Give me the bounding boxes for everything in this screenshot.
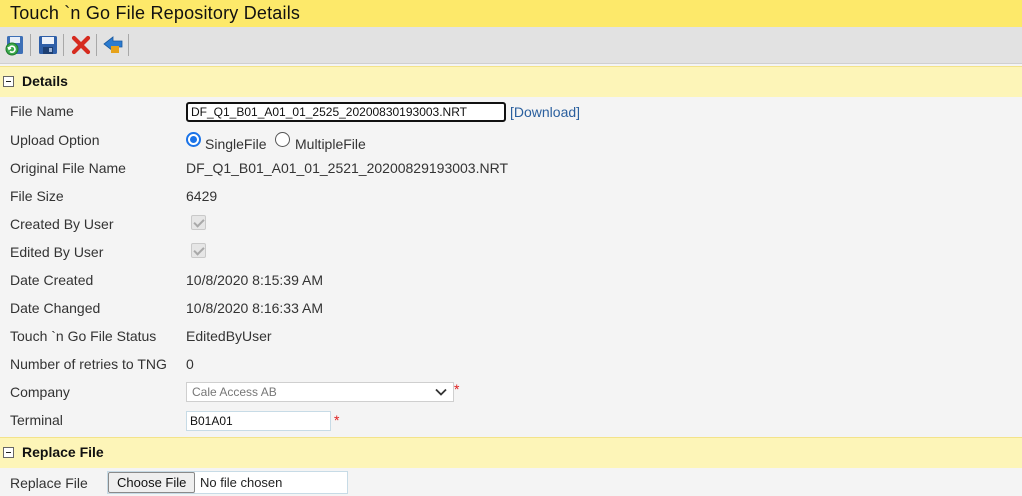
tng-status-row: Touch `n Go File Status EditedByUser <box>0 323 1022 351</box>
download-link[interactable]: [Download] <box>510 104 580 120</box>
required-indicator: * <box>334 412 340 428</box>
date-created-label: Date Created <box>10 272 94 288</box>
created-by-user-row: Created By User <box>0 211 1022 239</box>
edited-by-user-label: Edited By User <box>10 244 104 260</box>
singlefile-label[interactable]: SingleFile <box>205 136 266 152</box>
company-label: Company <box>10 384 70 400</box>
title-bar: Touch `n Go File Repository Details <box>0 0 1022 27</box>
toolbar-divider <box>128 34 129 56</box>
company-selected-value: Cale Access AB <box>192 385 277 399</box>
tng-status-label: Touch `n Go File Status <box>10 328 157 344</box>
choose-file-button[interactable]: Choose File <box>108 472 196 493</box>
replace-file-label: Replace File <box>10 475 88 491</box>
file-upload-input[interactable]: Choose File No file chosen <box>107 471 348 494</box>
upload-option-label: Upload Option <box>10 132 100 148</box>
original-file-name-label: Original File Name <box>10 160 126 176</box>
file-size-row: File Size 6429 <box>0 183 1022 211</box>
save-icon[interactable] <box>36 33 60 57</box>
collapse-icon[interactable] <box>3 76 14 87</box>
created-by-user-checkbox <box>191 215 206 230</box>
replace-file-section-header[interactable]: Replace File <box>0 437 1022 468</box>
toolbar-divider <box>96 34 97 56</box>
multiplefile-radio[interactable] <box>275 132 290 147</box>
terminal-label: Terminal <box>10 412 63 428</box>
file-size-value: 6429 <box>186 188 218 204</box>
date-changed-value: 10/8/2020 8:16:33 AM <box>186 300 323 316</box>
edited-by-user-checkbox <box>191 243 206 258</box>
upload-option-row: Upload Option SingleFile MultipleFile <box>0 127 1022 155</box>
retries-label: Number of retries to TNG <box>10 356 167 372</box>
retries-value: 0 <box>186 356 194 372</box>
file-name-label: File Name <box>10 103 74 119</box>
file-status-text: No file chosen <box>200 475 283 490</box>
file-name-row: File Name [Download] <box>0 98 1022 126</box>
file-size-label: File Size <box>10 188 64 204</box>
date-changed-row: Date Changed 10/8/2020 8:16:33 AM <box>0 295 1022 323</box>
multiplefile-label[interactable]: MultipleFile <box>295 136 366 152</box>
file-name-input[interactable] <box>186 102 506 122</box>
toolbar <box>0 27 1022 64</box>
page-title: Touch `n Go File Repository Details <box>10 3 301 23</box>
back-icon[interactable] <box>101 33 125 57</box>
details-section-header[interactable]: Details <box>0 66 1022 97</box>
original-file-name-value: DF_Q1_B01_A01_01_2521_20200829193003.NRT <box>186 160 509 176</box>
replace-file-row: Replace File Choose File No file chosen <box>0 468 1022 496</box>
replace-file-header-label: Replace File <box>22 444 104 460</box>
terminal-row: Terminal * <box>0 407 1022 435</box>
date-created-value: 10/8/2020 8:15:39 AM <box>186 272 323 288</box>
save-and-new-icon[interactable] <box>3 33 27 57</box>
required-indicator: * <box>454 381 460 397</box>
company-select[interactable]: Cale Access AB <box>186 382 454 402</box>
toolbar-divider <box>63 34 64 56</box>
details-header-label: Details <box>22 73 68 89</box>
toolbar-divider <box>30 34 31 56</box>
terminal-input[interactable] <box>186 411 331 431</box>
date-created-row: Date Created 10/8/2020 8:15:39 AM <box>0 267 1022 295</box>
delete-icon[interactable] <box>69 33 93 57</box>
edited-by-user-row: Edited By User <box>0 239 1022 267</box>
company-row: Company Cale Access AB * <box>0 379 1022 407</box>
singlefile-radio[interactable] <box>186 132 201 147</box>
date-changed-label: Date Changed <box>10 300 101 316</box>
chevron-down-icon <box>434 385 448 402</box>
collapse-icon[interactable] <box>3 447 14 458</box>
retries-row: Number of retries to TNG 0 <box>0 351 1022 379</box>
created-by-user-label: Created By User <box>10 216 114 232</box>
original-file-name-row: Original File Name DF_Q1_B01_A01_01_2521… <box>0 155 1022 183</box>
tng-status-value: EditedByUser <box>186 328 272 344</box>
